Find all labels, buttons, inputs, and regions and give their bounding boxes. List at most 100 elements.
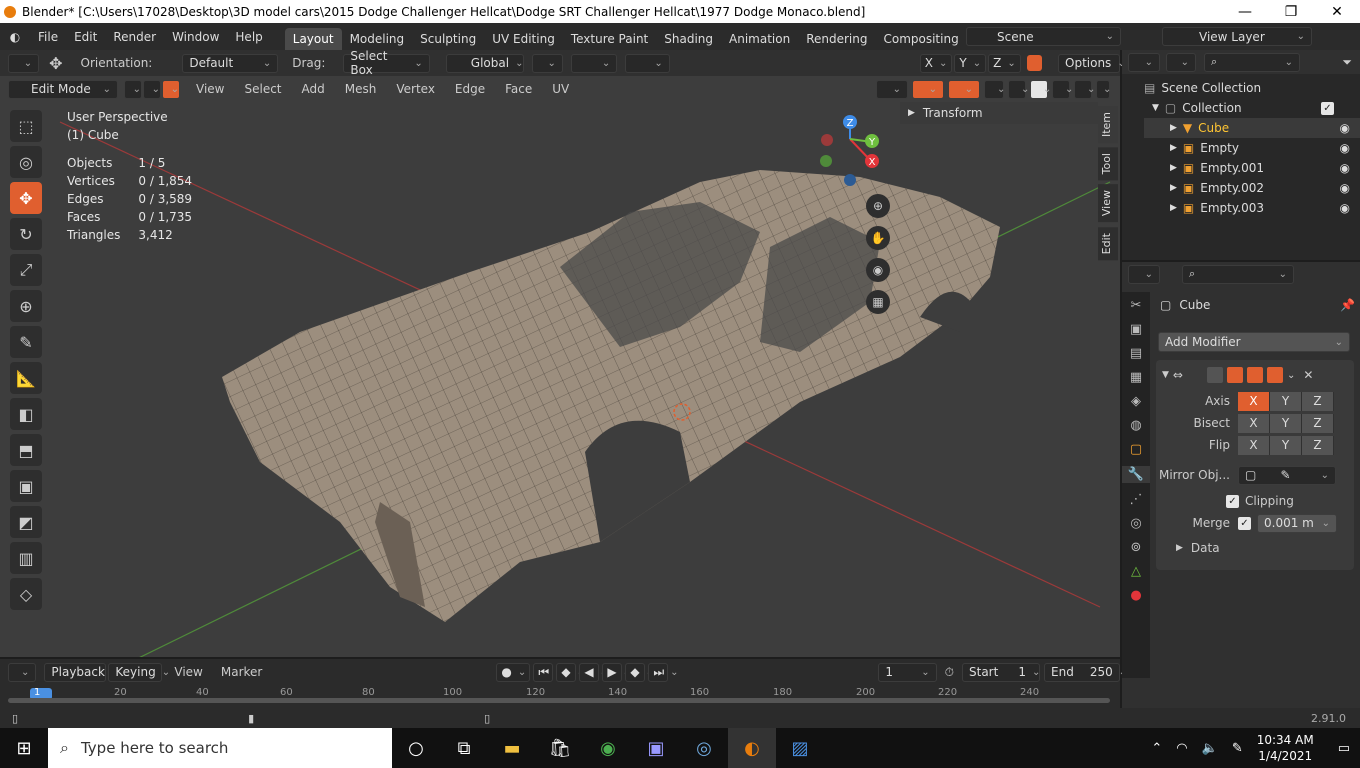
jump-start-icon[interactable]: ⏮ [533,662,554,682]
axis-x-toggle[interactable]: X [1238,391,1270,411]
properties-editor-type[interactable] [1128,264,1160,284]
timeline-menu-marker[interactable]: Marker [215,665,268,679]
physics-tab-icon[interactable]: ◎ [1130,516,1141,531]
viewport-menu-uv[interactable]: UV [542,82,579,96]
blender-taskbar-icon[interactable]: ◐ [728,728,776,768]
collection-row[interactable]: ▼ ▢ Collection ✓ [1144,98,1360,118]
transform-panel-header[interactable]: ▶ Transform [900,102,1098,124]
store-icon[interactable]: 🛍 [536,728,584,768]
pen-icon[interactable]: ✎ [1232,741,1243,756]
solid-shading-button[interactable] [1030,79,1048,99]
axis-y-toggle[interactable]: Y [1270,391,1302,411]
clock[interactable]: 10:34 AM 1/4/2021 [1257,732,1314,764]
snap-dropdown[interactable] [570,53,618,73]
jump-end-icon[interactable]: ⏭ [648,662,669,682]
3d-viewport[interactable]: Z Y X ⬚ ◎ ✥ ↻ ⤢ ⊕ ✎ 📐 ◧ ⬒ ▣ ◩ ▥ ◇ User P… [0,102,1120,657]
menu-help[interactable]: Help [227,30,270,44]
outliner-editor-type[interactable] [1128,52,1160,72]
visibility-dropdown[interactable] [876,79,908,99]
premiere-icon[interactable]: ▣ [632,728,680,768]
data-tab-icon[interactable]: △ [1131,564,1141,579]
tab-shading[interactable]: Shading [656,28,721,50]
visibility-eye-icon[interactable]: ◉ [1340,161,1350,175]
rendered-shading-button[interactable] [1074,79,1092,99]
viewport-menu-edge[interactable]: Edge [445,82,495,96]
bevel-tool-icon[interactable]: ◩ [10,506,42,538]
collapse-arrow-icon[interactable]: ▼ [1162,370,1169,380]
tray-chevron-icon[interactable]: ⌃ [1151,741,1162,756]
menu-render[interactable]: Render [105,30,164,44]
mirror-object-field[interactable]: ▢ ✎ [1238,465,1336,485]
outliner-item-empty-002[interactable]: ▶ ▣ Empty.002 ◉ [1144,178,1360,198]
filter-icon[interactable]: ⏷ [1342,55,1352,70]
photos-icon[interactable]: ▨ [776,728,824,768]
knife-tool-icon[interactable]: ◇ [10,578,42,610]
modifier-tab-icon[interactable]: 🔧 [1121,466,1151,483]
inset-tool-icon[interactable]: ▣ [10,470,42,502]
sidebar-tab-tool[interactable]: Tool [1098,147,1118,181]
timeline-scrollbar[interactable] [8,698,1110,703]
rotate-tool-icon[interactable]: ↻ [10,218,42,250]
proportional-edit-dropdown[interactable] [625,53,670,73]
render-tab-icon[interactable]: ▣ [1130,322,1142,337]
viewport-menu-select[interactable]: Select [234,82,291,96]
render-toggle-icon[interactable] [1266,367,1283,383]
flip-z-toggle[interactable]: Z [1302,435,1334,455]
remove-modifier-icon[interactable]: ✕ [1303,368,1313,382]
output-tab-icon[interactable]: ▤ [1130,346,1142,361]
properties-search[interactable]: ⌕ [1182,264,1294,284]
axis-z-toggle[interactable]: Z [1302,391,1334,411]
transform-tool-icon[interactable]: ⊕ [10,290,42,322]
viewport-menu-view[interactable]: View [186,82,234,96]
scene-selector[interactable]: Scene [966,27,1121,46]
edit-mode-toggle-icon[interactable] [1206,367,1223,383]
extrude-tool-icon[interactable]: ⬒ [10,434,42,466]
task-view-icon[interactable]: ⧉ [440,728,488,768]
modifier-menu-chevron-icon[interactable]: ⌄ [1287,370,1295,381]
keying-menu[interactable]: Keying [108,662,163,682]
pan-hand-icon[interactable]: ✋ [866,226,890,250]
tab-animation[interactable]: Animation [721,28,798,50]
add-cube-tool-icon[interactable]: ◧ [10,398,42,430]
material-tab-icon[interactable]: ● [1130,588,1141,603]
visibility-eye-icon[interactable]: ◉ [1340,201,1350,215]
file-explorer-icon[interactable]: ▬ [488,728,536,768]
tab-layout[interactable]: Layout [284,28,342,50]
viewport-menu-mesh[interactable]: Mesh [335,82,387,96]
auto-merge-toggle-icon[interactable] [1026,55,1042,71]
viewport-menu-add[interactable]: Add [292,82,335,96]
scene-collection-row[interactable]: ▤ Scene Collection [1144,78,1360,98]
xray-toggle[interactable] [984,79,1004,99]
tab-sculpting[interactable]: Sculpting [412,28,484,50]
close-button[interactable]: ✕ [1314,0,1360,23]
tool-tab-icon[interactable]: ✂ [1131,298,1142,313]
prev-keyframe-icon[interactable]: ◆ [556,662,577,682]
clipping-checkbox[interactable]: ✓ [1226,494,1239,508]
display-mode-dropdown[interactable] [1166,52,1196,72]
constraints-tab-icon[interactable]: ⊚ [1131,540,1142,555]
face-select-button[interactable] [162,79,180,99]
on-cage-toggle-icon[interactable] [1226,367,1243,383]
collection-checkbox[interactable]: ✓ [1321,101,1334,115]
move-tool-button-icon[interactable]: ✥ [10,182,42,214]
measure-tool-icon[interactable]: 📐 [10,362,42,394]
viewport-toggle-icon[interactable] [1246,367,1263,383]
edge-select-button[interactable] [143,79,161,99]
maximize-button[interactable]: ❐ [1268,0,1314,23]
tab-uv-editing[interactable]: UV Editing [484,28,563,50]
taskbar-search[interactable]: ⌕ Type here to search [48,728,392,768]
outliner-item-empty[interactable]: ▶ ▣ Empty ◉ [1144,138,1360,158]
tab-compositing[interactable]: Compositing [875,28,966,50]
overlay-dropdown[interactable] [948,79,980,99]
gizmo-dropdown[interactable] [912,79,944,99]
steam-icon[interactable]: ◎ [680,728,728,768]
playback-menu[interactable]: Playback [44,662,107,682]
cursor-tool-icon[interactable]: ◎ [10,146,42,178]
world-tab-icon[interactable]: ◍ [1130,418,1141,433]
start-frame-field[interactable]: Start 1 [962,662,1040,682]
outliner-item-cube[interactable]: ▶ ▼ Cube ◉ [1144,118,1360,138]
mirror-z-toggle[interactable]: Z [988,53,1021,73]
shading-options-dropdown[interactable] [1096,79,1110,99]
mirror-y-toggle[interactable]: Y [954,53,987,73]
tab-rendering[interactable]: Rendering [798,28,875,50]
